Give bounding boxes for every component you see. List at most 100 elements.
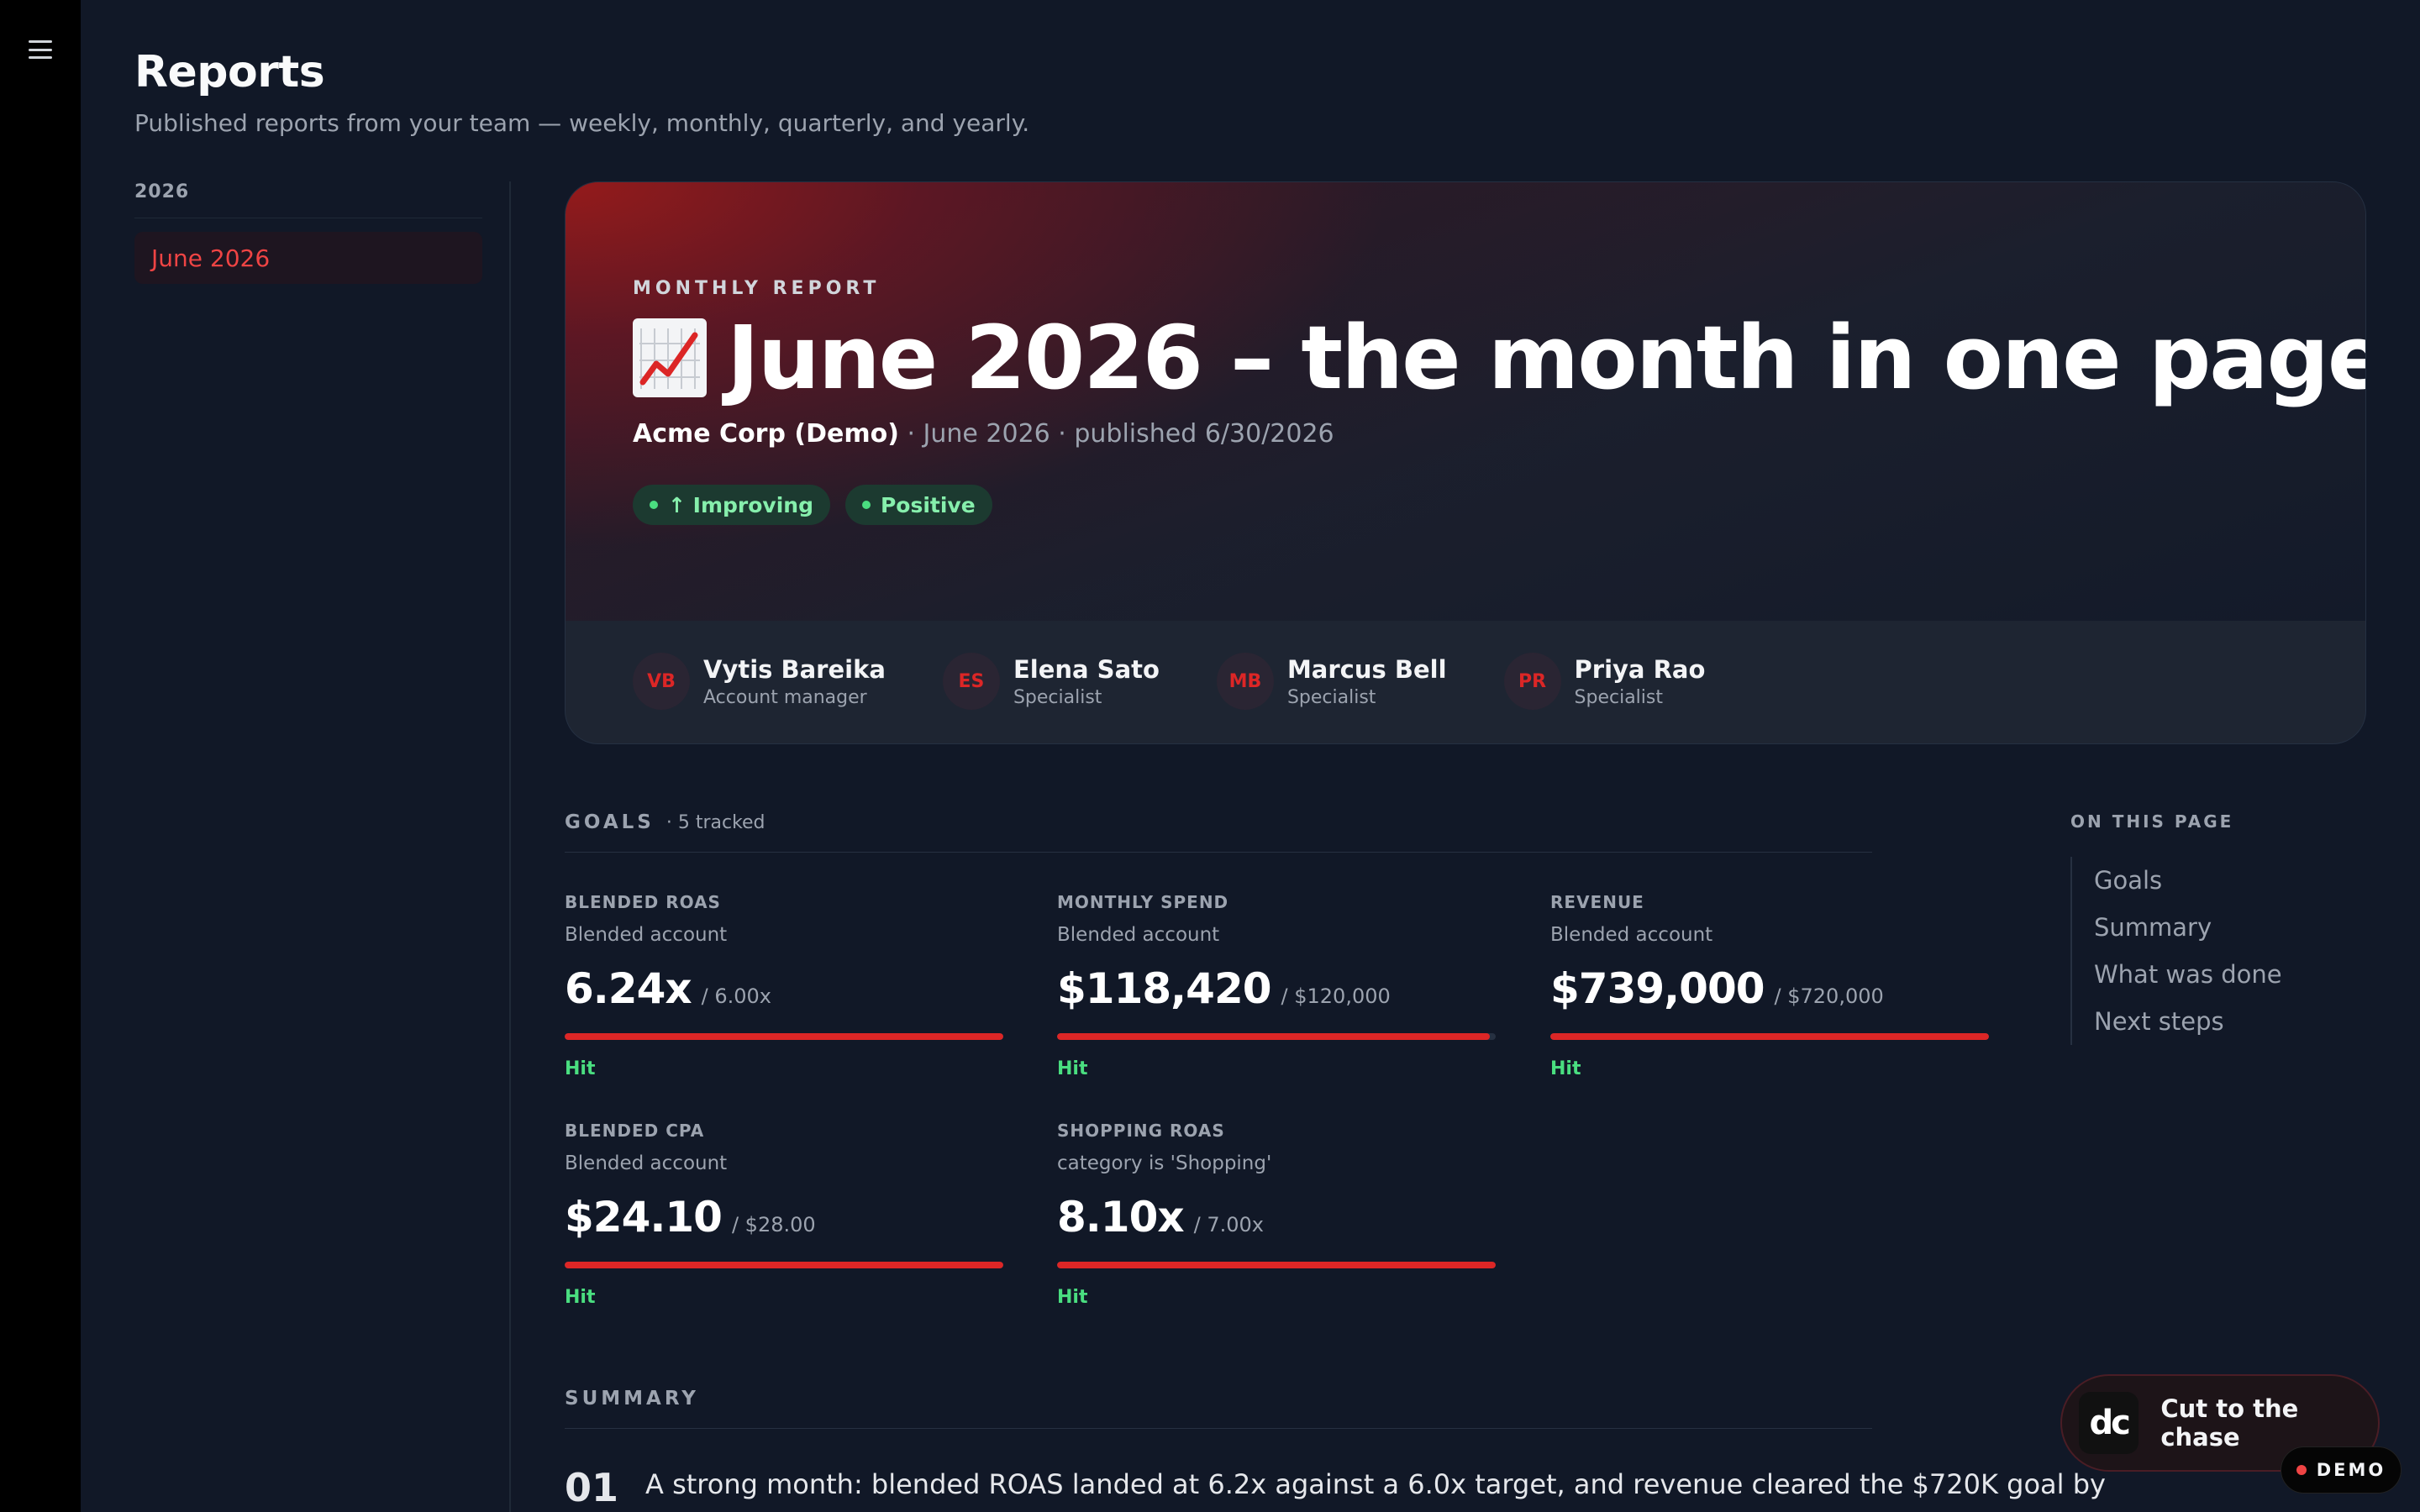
goal-name: SHOPPING ROAS — [1057, 1121, 1225, 1141]
trend-badge-label: ↑ Improving — [668, 492, 813, 517]
trend-badge: ↑ Improving — [633, 485, 830, 525]
goal-name: MONTHLY SPEND — [1057, 892, 1229, 912]
goal-actual: 8.10x — [1057, 1193, 1185, 1242]
live-dot-icon — [2296, 1465, 2307, 1475]
member-name: Vytis Bareika — [703, 654, 886, 684]
goal-progress-bar — [1057, 1262, 1496, 1268]
sentiment-badge-label: Positive — [880, 492, 976, 517]
demo-label: DEMO — [2316, 1460, 2386, 1480]
goal-actual: $24.10 — [565, 1193, 723, 1242]
goal-card: REVENUE Blended account $739,000 / $720,… — [1550, 892, 1989, 1079]
goal-target: / $28.00 — [731, 1213, 816, 1236]
toc-item-what-was-done[interactable]: What was done — [2094, 951, 2373, 998]
goal-actual: $118,420 — [1057, 964, 1272, 1013]
nav-item-june-2026[interactable]: June 2026 — [134, 232, 482, 284]
summary-label: SUMMARY — [565, 1388, 699, 1410]
dc-logo-icon: dc — [2079, 1392, 2139, 1454]
goal-actual: $739,000 — [1550, 964, 1765, 1013]
report-title: June 2026 – the month in one page — [633, 307, 2366, 409]
goal-card: SHOPPING ROAS category is 'Shopping' 8.1… — [1057, 1121, 1496, 1308]
goal-actual: 6.24x — [565, 964, 692, 1013]
team-list: VB Vytis Bareika Account manager ES Elen… — [633, 653, 1705, 710]
goal-status: Hit — [1550, 1058, 1581, 1079]
member-role: Account manager — [703, 686, 867, 708]
goal-progress-bar — [1550, 1033, 1989, 1040]
summary-item-number: 01 — [565, 1465, 619, 1510]
summary-section-header: SUMMARY — [565, 1388, 1872, 1429]
report-meta: Acme Corp (Demo) · June 2026 · published… — [633, 419, 1334, 449]
report-badges: ↑ Improving Positive — [633, 485, 992, 525]
goal-status: Hit — [1057, 1287, 1088, 1308]
goal-status: Hit — [565, 1287, 596, 1308]
report-nav: 2026 June 2026 — [134, 181, 482, 284]
page-subtitle: Published reports from your team — weekl… — [134, 109, 1030, 137]
goal-name: BLENDED ROAS — [565, 892, 721, 912]
goal-progress-bar — [565, 1262, 1003, 1268]
goal-target: / 7.00x — [1193, 1213, 1264, 1236]
goal-scope: category is 'Shopping' — [1057, 1152, 1272, 1174]
goal-progress-fill — [1057, 1262, 1496, 1268]
goal-target: / $720,000 — [1774, 984, 1884, 1008]
goal-progress-fill — [1550, 1033, 1989, 1040]
report-title-text: June 2026 – the month in one page — [727, 307, 2366, 409]
team-member: ES Elena Sato Specialist — [942, 653, 1160, 710]
goal-name: REVENUE — [1550, 892, 1644, 912]
toc-item-goals[interactable]: Goals — [2094, 857, 2373, 904]
team-member: MB Marcus Bell Specialist — [1216, 653, 1447, 710]
member-role: Specialist — [1574, 686, 1663, 708]
goals-count: · 5 tracked — [666, 812, 765, 833]
toc-item-next-steps[interactable]: Next steps — [2094, 998, 2373, 1045]
cta-label: Cut to the chase — [2160, 1394, 2299, 1452]
member-name: Elena Sato — [1013, 654, 1160, 684]
goal-scope: Blended account — [1550, 924, 1713, 946]
report-meta-details: · June 2026 · published 6/30/2026 — [898, 419, 1334, 449]
goal-scope: Blended account — [565, 924, 728, 946]
toc-title: ON THIS PAGE — [2070, 811, 2234, 832]
goal-name: BLENDED CPA — [565, 1121, 705, 1141]
goal-values: $24.10 / $28.00 — [565, 1193, 1003, 1242]
goal-progress-fill — [565, 1033, 1003, 1040]
member-role: Specialist — [1286, 686, 1376, 708]
demo-badge: DEMO — [2281, 1446, 2402, 1494]
on-this-page-nav: ON THIS PAGE Goals Summary What was done… — [2070, 811, 2373, 1045]
goals-label: GOALS — [565, 811, 655, 833]
toc-item-summary[interactable]: Summary — [2094, 904, 2373, 951]
status-dot-icon — [861, 501, 871, 509]
chart-increasing-icon — [633, 318, 707, 397]
goal-values: 6.24x / 6.00x — [565, 964, 1003, 1013]
goal-status: Hit — [1057, 1058, 1088, 1079]
avatar: VB — [633, 653, 690, 710]
toc-list: Goals Summary What was done Next steps — [2070, 857, 2373, 1045]
page-title: Reports — [134, 47, 325, 97]
hamburger-menu-icon[interactable] — [29, 40, 52, 59]
nav-year-heading: 2026 — [134, 181, 482, 218]
report-hero-card: MONTHLY REPORT June 2026 – the month in … — [565, 181, 2366, 744]
goal-progress-fill — [565, 1262, 1003, 1268]
goal-target: / 6.00x — [701, 984, 771, 1008]
member-name: Priya Rao — [1574, 654, 1706, 684]
goal-values: $118,420 / $120,000 — [1057, 964, 1496, 1013]
avatar: PR — [1503, 653, 1561, 710]
goal-scope: Blended account — [565, 1152, 728, 1174]
summary-item-text: A strong month: blended ROAS landed at 6… — [645, 1468, 2106, 1500]
goal-progress-bar — [565, 1033, 1003, 1040]
goal-scope: Blended account — [1057, 924, 1220, 946]
goal-values: $739,000 / $720,000 — [1550, 964, 1989, 1013]
goal-progress-fill — [1057, 1033, 1491, 1040]
avatar: ES — [942, 653, 1000, 710]
team-member: VB Vytis Bareika Account manager — [633, 653, 886, 710]
member-name: Marcus Bell — [1286, 654, 1447, 684]
team-member: PR Priya Rao Specialist — [1503, 653, 1706, 710]
goal-progress-bar — [1057, 1033, 1496, 1040]
goal-card: BLENDED CPA Blended account $24.10 / $28… — [565, 1121, 1003, 1308]
left-rail — [0, 0, 81, 1512]
member-role: Specialist — [1013, 686, 1102, 708]
avatar: MB — [1216, 653, 1274, 710]
goals-section-header: GOALS · 5 tracked — [565, 811, 1872, 853]
report-org: Acme Corp (Demo) — [633, 419, 899, 449]
nav-divider — [509, 181, 511, 1512]
goal-card: MONTHLY SPEND Blended account $118,420 /… — [1057, 892, 1496, 1079]
goal-status: Hit — [565, 1058, 596, 1079]
goal-values: 8.10x / 7.00x — [1057, 1193, 1496, 1242]
status-dot-icon — [650, 501, 658, 509]
